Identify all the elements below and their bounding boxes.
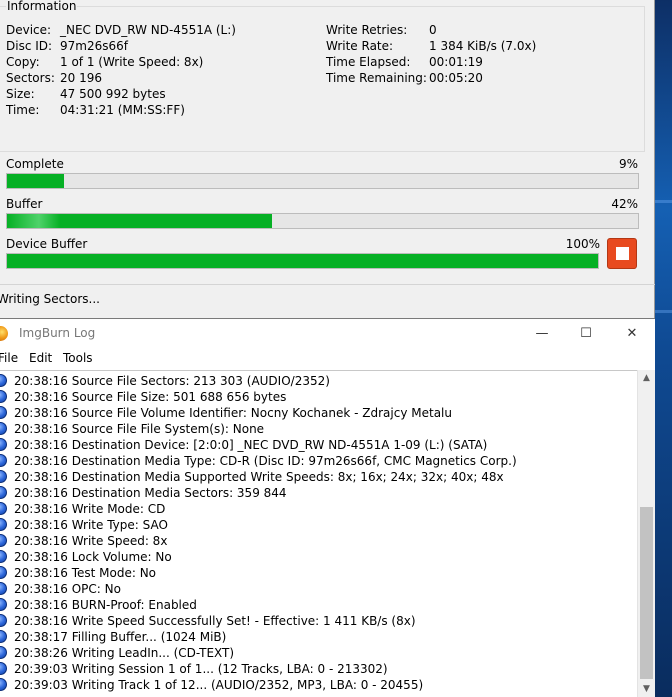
info-icon: [0, 678, 7, 691]
menu-edit[interactable]: Edit: [29, 350, 52, 366]
info-icon: [0, 646, 7, 659]
log-menubar: File Edit Tools: [0, 348, 655, 368]
info-icon: [0, 534, 7, 547]
complete-percent: 9%: [618, 157, 638, 171]
buffer-percent: 42%: [611, 197, 638, 211]
status-text: Writing Sectors...: [0, 292, 100, 306]
log-line-text: 20:38:16 Destination Media Sectors: 359 …: [14, 486, 287, 500]
menu-tools[interactable]: Tools: [63, 350, 93, 366]
info-icon: [0, 438, 7, 451]
log-line-text: 20:38:16 Lock Volume: No: [14, 550, 172, 564]
info-icon: [0, 470, 7, 483]
minimize-button[interactable]: —: [519, 322, 565, 346]
info-icon: [0, 614, 7, 627]
info-icon: [0, 454, 7, 467]
status-bar: Writing Sectors...: [0, 284, 655, 312]
log-line-text: 20:38:16 Destination Device: [2:0:0] _NE…: [14, 438, 488, 452]
menu-file[interactable]: File: [0, 350, 18, 366]
imgburn-icon: [0, 326, 8, 341]
log-line-text: 20:38:16 Write Speed: 8x: [14, 534, 168, 548]
complete-label: Complete: [6, 157, 64, 171]
info-icon: [0, 550, 7, 563]
complete-progress-bar: [6, 173, 639, 189]
buffer-progress-bar: [6, 213, 639, 229]
log-line-text: 20:38:16 Test Mode: No: [14, 566, 157, 580]
device-buffer-label: Device Buffer: [6, 237, 88, 251]
log-line-text: 20:38:16 Write Mode: CD: [14, 502, 166, 516]
info-icon: [0, 630, 7, 643]
scroll-up-arrow-icon[interactable]: ▲: [638, 370, 655, 387]
device-buffer-progress-fill: [7, 254, 598, 268]
log-line-text: 20:38:16 Write Speed Successfully Set! -…: [14, 614, 416, 628]
info-icon: [0, 486, 7, 499]
log-line-text: 20:38:16 Source File File System(s): Non…: [14, 422, 265, 436]
scroll-thumb[interactable]: [640, 507, 653, 679]
info-icon: [0, 422, 7, 435]
log-line-text: 20:39:03 Writing Track 1 of 12... (AUDIO…: [14, 678, 424, 692]
log-line-text: 20:39:03 Writing Session 1 of 1... (12 T…: [14, 662, 388, 676]
log-line-text: 20:38:16 Write Type: SAO: [14, 518, 168, 532]
maximize-button[interactable]: ☐: [563, 322, 609, 346]
info-icon: [0, 598, 7, 611]
complete-progress-fill: [7, 174, 64, 188]
log-titlebar: ImgBurn Log — ☐ ✕: [0, 319, 655, 348]
log-content[interactable]: 20:38:16 Source File Sectors: 213 303 (A…: [0, 370, 637, 697]
device-buffer-percent: 100%: [565, 237, 600, 251]
buffer-progress-fill: [7, 214, 273, 228]
log-window-title: ImgBurn Log: [19, 326, 96, 340]
info-icon: [0, 582, 7, 595]
stop-icon: [616, 247, 629, 260]
log-line-text: 20:38:16 Destination Media Type: CD-R (D…: [14, 454, 517, 468]
scroll-down-arrow-icon[interactable]: ▼: [638, 681, 655, 697]
information-group: Information Device: _NEC DVD_RW ND-4551A…: [0, 0, 645, 152]
log-line-text: 20:38:16 Source File Size: 501 688 656 b…: [14, 390, 287, 404]
info-icon: [0, 662, 7, 675]
log-scrollbar[interactable]: ▲ ▼: [637, 370, 655, 697]
desktop-background: [655, 0, 672, 697]
log-line-text: 20:38:16 BURN-Proof: Enabled: [14, 598, 197, 612]
imgburn-main-window: Information Device: _NEC DVD_RW ND-4551A…: [0, 0, 655, 318]
info-icon: [0, 518, 7, 531]
info-icon: [0, 502, 7, 515]
info-icon: [0, 374, 7, 387]
buffer-label: Buffer: [6, 197, 43, 211]
log-line-text: 20:38:26 Writing LeadIn... (CD-TEXT): [14, 646, 235, 660]
log-line-text: 20:38:16 Destination Media Supported Wri…: [14, 470, 504, 484]
close-button[interactable]: ✕: [609, 322, 655, 346]
device-buffer-progress-bar: [6, 253, 599, 269]
info-icon: [0, 406, 7, 419]
log-line-text: 20:38:16 Source File Volume Identifier: …: [14, 406, 452, 420]
log-line-text: 20:38:17 Filling Buffer... (1024 MiB): [14, 630, 227, 644]
log-line-text: 20:38:16 Source File Sectors: 213 303 (A…: [14, 374, 330, 388]
info-icon: [0, 566, 7, 579]
information-legend: Information: [6, 0, 78, 13]
imgburn-log-window: ImgBurn Log — ☐ ✕ File Edit Tools 20:38:…: [0, 318, 655, 697]
info-icon: [0, 390, 7, 403]
stop-button[interactable]: [607, 238, 637, 269]
log-line-text: 20:38:16 OPC: No: [14, 582, 121, 596]
